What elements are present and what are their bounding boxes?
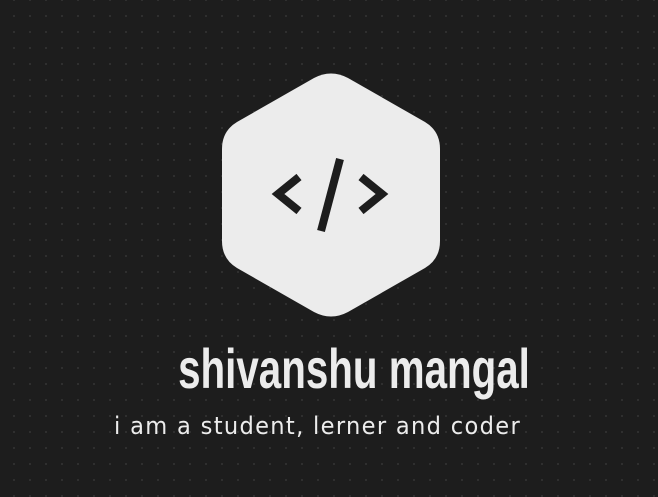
- code-icon: [267, 154, 393, 236]
- tagline: i am a student, lerner and coder: [114, 412, 522, 440]
- name-title: shivanshu mangal: [178, 337, 530, 400]
- code-slash-icon: [271, 157, 389, 233]
